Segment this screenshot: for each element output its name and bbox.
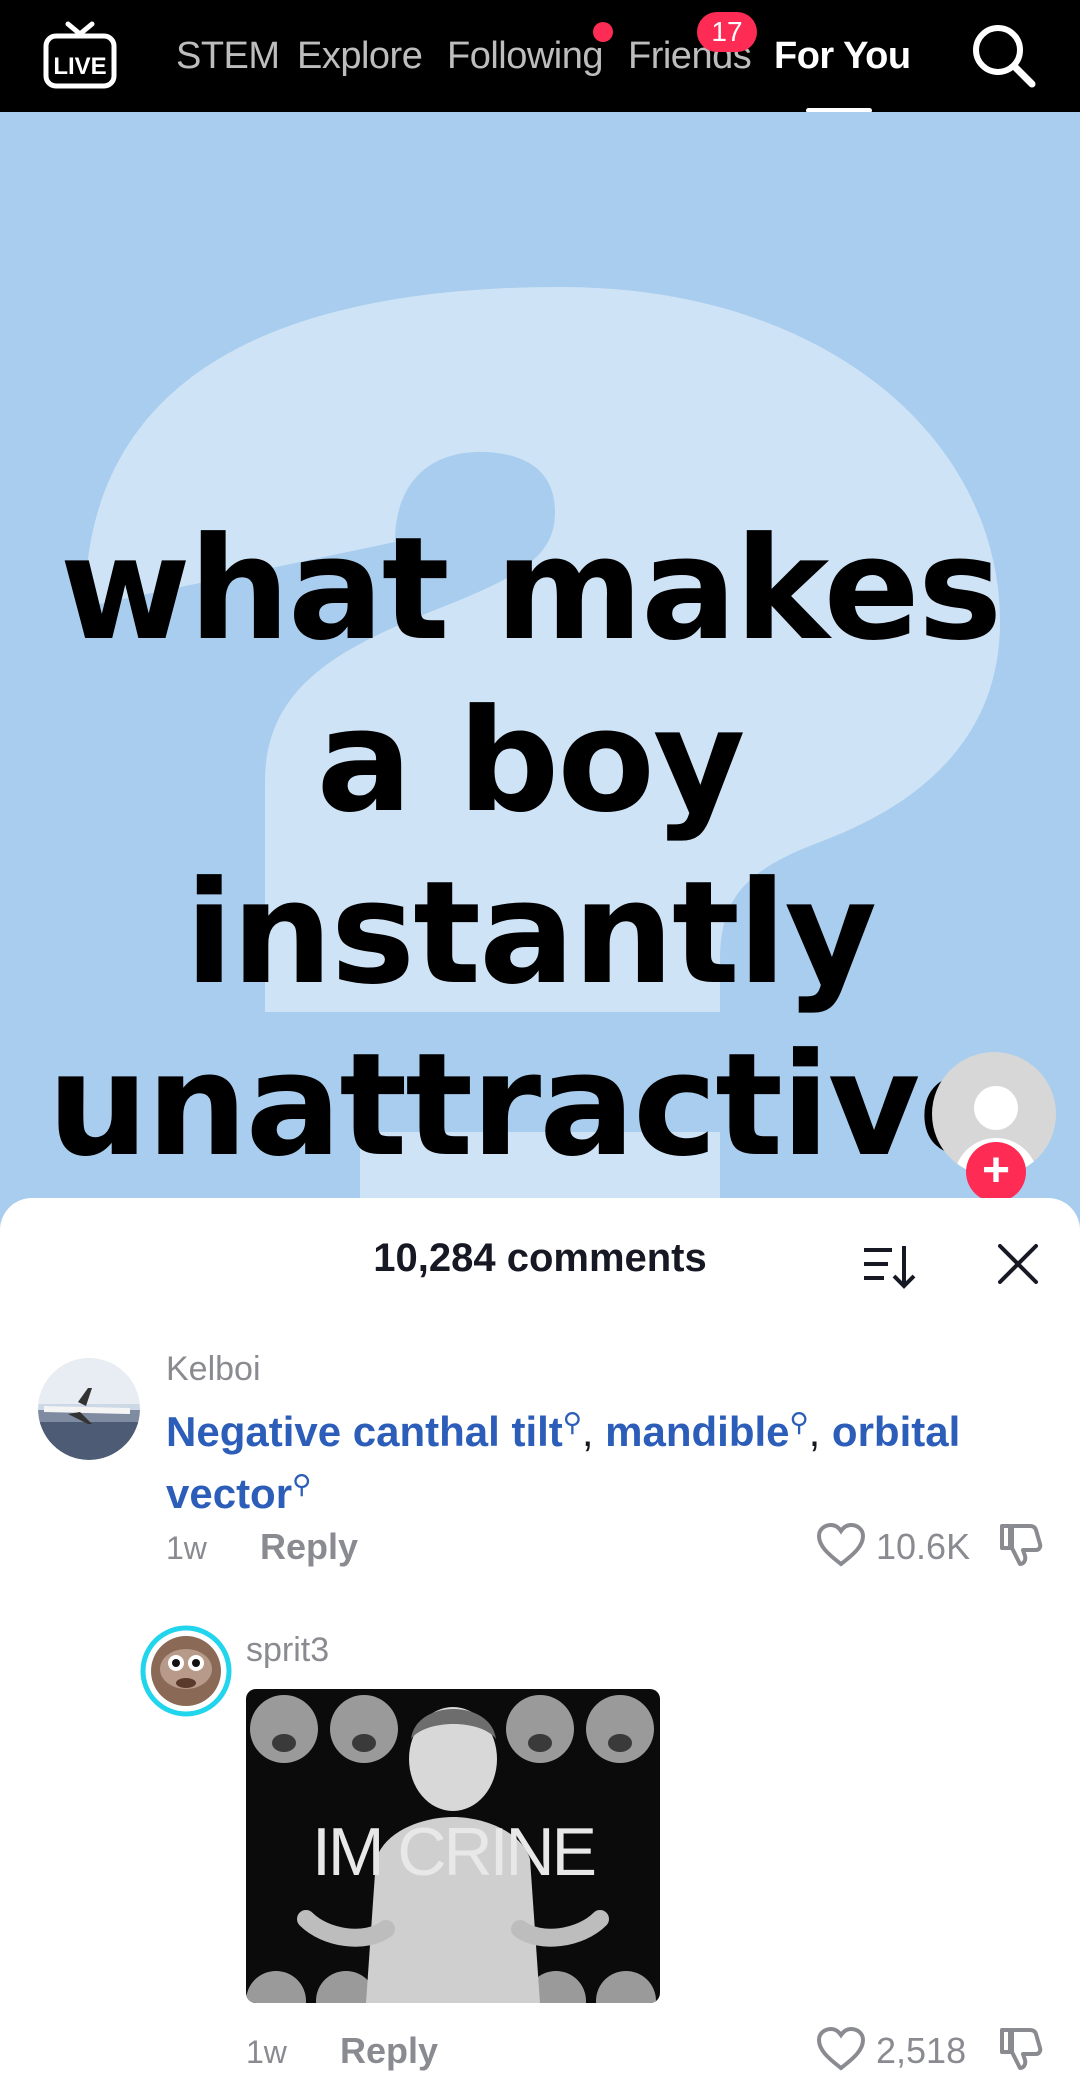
- reply-button[interactable]: Reply: [340, 2030, 438, 2072]
- live-icon[interactable]: LIVE: [40, 20, 120, 92]
- tab-for-you[interactable]: For You: [774, 30, 911, 82]
- video-overlay-text: what makes a boy instantly unattractive: [47, 507, 1014, 1188]
- comment-keyword-link[interactable]: mandible: [605, 1408, 789, 1455]
- comment-like-icon[interactable]: [816, 1522, 866, 1568]
- reply-button[interactable]: Reply: [260, 1526, 358, 1568]
- search-icon[interactable]: [968, 20, 1038, 90]
- close-icon[interactable]: [996, 1242, 1040, 1286]
- comment-text: Negative canthal tilt⚲, mandible⚲, orbit…: [166, 1407, 961, 1517]
- keyword-search-icon: ⚲: [789, 1407, 809, 1437]
- follow-button[interactable]: +: [966, 1142, 1026, 1202]
- following-notification-dot: [593, 22, 613, 42]
- comment-gif-image[interactable]: IM CRINE: [246, 1689, 660, 2003]
- comment-username[interactable]: Kelboi: [166, 1350, 261, 1389]
- tab-explore[interactable]: Explore: [297, 30, 423, 82]
- comment-timestamp: 1w: [166, 1530, 207, 1566]
- comment-like-icon[interactable]: [816, 2026, 866, 2072]
- video-player[interactable]: what makes a boy instantly unattractive …: [0, 112, 1080, 1222]
- comments-count-title: 10,284 comments: [373, 1236, 707, 1280]
- user-avatar[interactable]: [38, 1358, 140, 1460]
- top-nav: LIVE STEM Explore Following Friends 17 F…: [0, 0, 1080, 113]
- tab-following[interactable]: Following: [447, 30, 604, 82]
- tab-stem[interactable]: STEM: [176, 30, 280, 82]
- comment-like-count: 2,518: [876, 2030, 967, 2071]
- user-avatar[interactable]: [140, 1625, 232, 1717]
- sort-icon[interactable]: [862, 1242, 916, 1290]
- live-label: LIVE: [53, 53, 106, 80]
- comment-timestamp: 1w: [246, 2034, 287, 2070]
- dislike-icon[interactable]: [994, 1520, 1044, 1570]
- keyword-search-icon: ⚲: [292, 1469, 312, 1499]
- comment-keyword-link[interactable]: Negative canthal tilt: [166, 1408, 563, 1455]
- dislike-icon[interactable]: [994, 2024, 1044, 2074]
- keyword-search-icon: ⚲: [562, 1407, 582, 1437]
- comment-like-count: 10.6K: [876, 1526, 971, 1567]
- friends-badge: 17: [697, 12, 757, 52]
- gif-caption: IM CRINE: [312, 1814, 597, 1890]
- comment-username[interactable]: sprit3: [246, 1631, 329, 1670]
